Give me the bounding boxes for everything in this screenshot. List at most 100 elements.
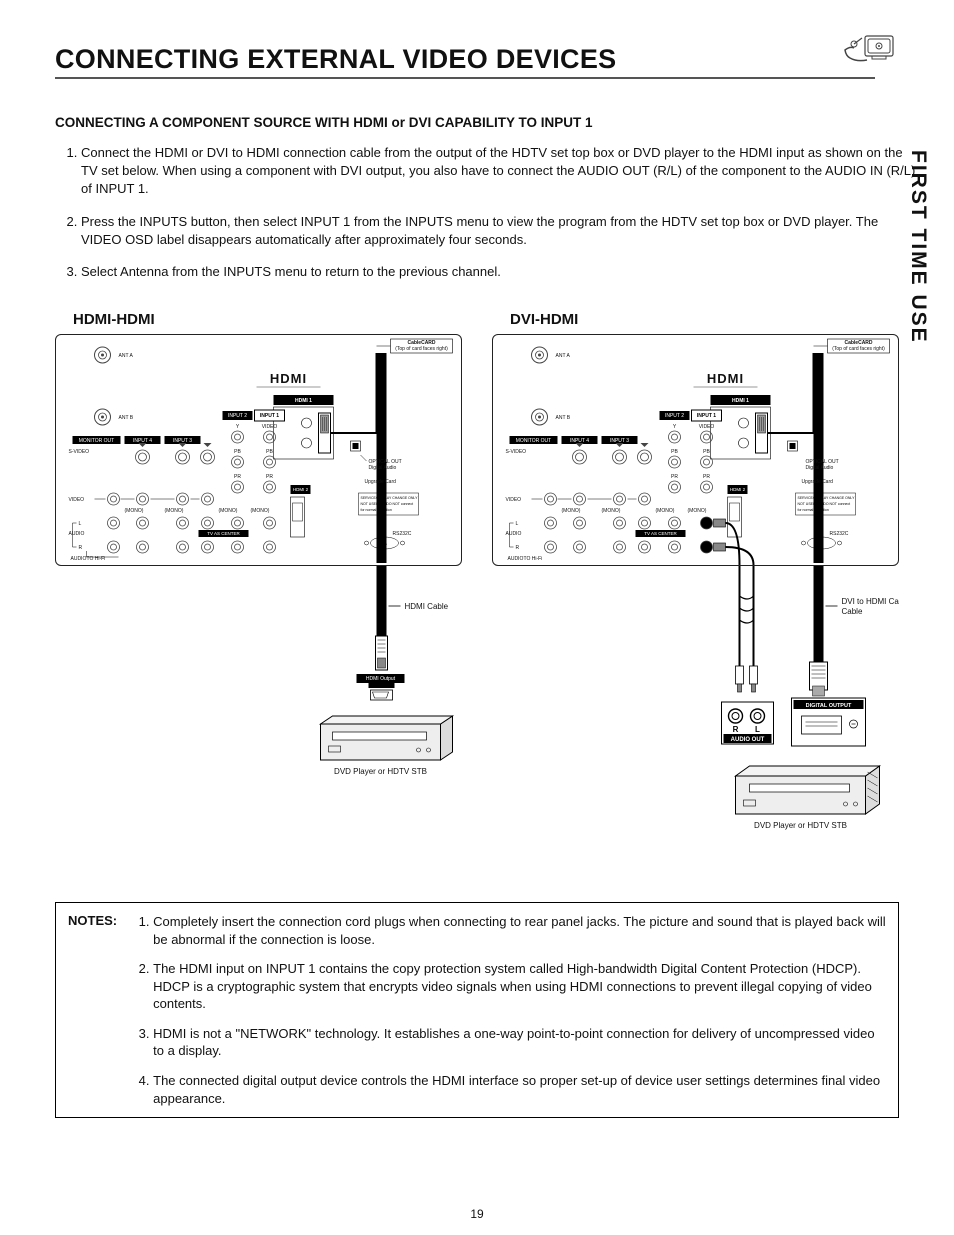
svideo-label: S-VIDEO — [69, 449, 90, 455]
rear-panel-box-left: CableCARD (Top of card faces right) ANT … — [55, 334, 462, 566]
section-subhead: CONNECTING A COMPONENT SOURCE WITH HDMI … — [55, 115, 899, 130]
svg-text:Y: Y — [673, 424, 677, 430]
pb-label-1b: PB — [266, 449, 273, 455]
svg-text:VIDEO: VIDEO — [699, 424, 715, 430]
svg-text:VIDEO: VIDEO — [506, 497, 522, 503]
svg-text:HDMI 2: HDMI 2 — [730, 487, 746, 492]
video-row-label: VIDEO — [69, 497, 85, 503]
dvd-player-icon — [321, 716, 453, 760]
svg-text:Cable: Cable — [842, 607, 863, 616]
svg-text:(MONO): (MONO) — [656, 508, 675, 514]
title-underline — [55, 77, 875, 79]
dvd-player-label: DVD Player or HDTV STB — [334, 767, 427, 776]
pr-label-1b: PR — [266, 474, 273, 480]
notes-list: Completely insert the connection cord pl… — [135, 913, 886, 1107]
svg-text:• • • • •: • • • • • — [379, 542, 388, 546]
hdmi1-label: HDMI 1 — [295, 398, 312, 404]
svg-text:INPUT 2: INPUT 2 — [665, 413, 684, 419]
svg-text:(Top of card faces right): (Top of card faces right) — [832, 346, 885, 352]
manual-page: CONNECTING EXTERNAL VIDEO DEVICES FIRST … — [0, 0, 954, 1235]
svg-text:HDMI: HDMI — [707, 371, 744, 386]
input2-label: INPUT 2 — [228, 413, 247, 419]
mono-2: (MONO) — [219, 508, 238, 514]
service-line3: for normal operation — [361, 508, 392, 512]
mono-3: (MONO) — [165, 508, 184, 514]
instruction-step: Connect the HDMI or DVI to HDMI connecti… — [81, 144, 921, 199]
svg-text:R: R — [516, 545, 520, 551]
input1-label-box: INPUT 1 — [260, 413, 279, 419]
y-label-2: Y — [236, 424, 240, 430]
below-panel-left: HDMI Cable HDMI Output — [55, 566, 462, 816]
rs232-label: RS232C — [393, 531, 412, 537]
svg-text:L: L — [516, 521, 519, 527]
notes-item: The HDMI input on INPUT 1 contains the c… — [153, 960, 886, 1013]
svg-text:(MONO): (MONO) — [562, 508, 581, 514]
svg-text:ANT A: ANT A — [556, 353, 571, 359]
notes-box: NOTES: Completely insert the connection … — [55, 902, 899, 1118]
svg-text:ANT B: ANT B — [556, 415, 571, 421]
tv-center-label: TV AS CENTER — [207, 531, 240, 536]
diagram-dvi-hdmi: DVI-HDMI CableCARD (Top of card faces ri… — [492, 311, 899, 886]
audio-row-label: AUDIO — [69, 531, 85, 537]
rear-panel-box-right: CableCARD (Top of card faces right) ANT … — [492, 334, 899, 566]
instruction-step: Select Antenna from the INPUTS menu to r… — [81, 263, 921, 281]
ant-b-label: ANT B — [119, 415, 134, 421]
svg-text:MONITOR OUT: MONITOR OUT — [516, 438, 551, 444]
notes-heading: NOTES: — [68, 913, 117, 1107]
diagram-title-right: DVI-HDMI — [510, 311, 899, 328]
svg-text:SERVICE/DISPLAY CHANGE ONLY: SERVICE/DISPLAY CHANGE ONLY — [798, 496, 856, 500]
audio-out-label: AUDIO OUT — [731, 737, 765, 743]
svg-text:L: L — [755, 725, 760, 734]
svg-text:AUDIO: AUDIO — [508, 556, 524, 562]
mono-1: (MONO) — [251, 508, 270, 514]
svg-text:(MONO): (MONO) — [602, 508, 621, 514]
svg-text:PB: PB — [703, 449, 710, 455]
hdmi-brand: HDMI — [270, 371, 307, 386]
dvd-player-icon-right — [736, 766, 880, 814]
svg-text:AUDIO: AUDIO — [71, 556, 87, 562]
instruction-steps: Connect the HDMI or DVI to HDMI connecti… — [55, 144, 921, 281]
pr-label-2: PR — [234, 474, 241, 480]
dvd-player-label-right: DVD Player or HDTV STB — [754, 821, 847, 830]
monitor-out-label: MONITOR OUT — [79, 438, 114, 444]
notes-item: Completely insert the connection cord pl… — [153, 913, 886, 948]
svg-text:NOT USED and DO NOT connect: NOT USED and DO NOT connect — [798, 502, 851, 506]
svg-text:for normal operation: for normal operation — [798, 508, 829, 512]
page-number: 19 — [0, 1207, 954, 1221]
svg-text:S-VIDEO: S-VIDEO — [506, 449, 527, 455]
diagram-row: HDMI-HDMI CableCARD (Top of card faces r… — [55, 311, 899, 886]
upgrade-label: Upgrade Card — [365, 479, 397, 485]
service-line2: NOT USED and DO NOT connect — [361, 502, 414, 506]
mono-4: (MONO) — [125, 508, 144, 514]
instruction-step: Press the INPUTS button, then select INP… — [81, 213, 921, 249]
pb-label-2: PB — [234, 449, 241, 455]
svg-text:(MONO): (MONO) — [688, 508, 707, 514]
below-panel-right: DVI to HDMI Cable Cable R — [492, 566, 899, 886]
svg-text:PR: PR — [671, 474, 678, 480]
digital-output-label: DIGITAL OUTPUT — [806, 703, 852, 709]
svg-text:PR: PR — [703, 474, 710, 480]
svg-text:TV AS CENTER: TV AS CENTER — [644, 531, 677, 536]
svg-text:RS232C: RS232C — [830, 531, 849, 537]
dvi-cable-label: DVI to HDMI Cable — [842, 597, 900, 606]
hdmi2-label: HDMI 2 — [293, 487, 309, 492]
tv-cable-illustration-icon — [842, 32, 900, 70]
cablecard-hint: (Top of card faces right) — [395, 346, 448, 352]
svg-text:Upgrade Card: Upgrade Card — [802, 479, 834, 485]
notes-item: HDMI is not a "NETWORK" technology. It e… — [153, 1025, 886, 1060]
optical-sub: Digital Audio — [369, 465, 397, 471]
diagram-hdmi-hdmi: HDMI-HDMI CableCARD (Top of card faces r… — [55, 311, 462, 886]
hdmi-output-label: HDMI Output — [366, 676, 396, 682]
diagram-title-left: HDMI-HDMI — [73, 311, 462, 328]
svg-text:TO Hi-Fi: TO Hi-Fi — [524, 556, 543, 562]
service-line1: SERVICE/DISPLAY CHANGE ONLY — [361, 496, 419, 500]
svg-text:L: L — [79, 521, 82, 527]
video-label-1: VIDEO — [262, 424, 278, 430]
ant-a-label: ANT A — [119, 353, 134, 359]
svg-text:AUDIO: AUDIO — [506, 531, 522, 537]
svg-text:PB: PB — [671, 449, 678, 455]
svg-text:INPUT 1: INPUT 1 — [697, 413, 716, 419]
page-title: CONNECTING EXTERNAL VIDEO DEVICES — [55, 44, 899, 75]
svg-text:R: R — [79, 545, 83, 551]
svg-text:Digital Audio: Digital Audio — [806, 465, 834, 471]
